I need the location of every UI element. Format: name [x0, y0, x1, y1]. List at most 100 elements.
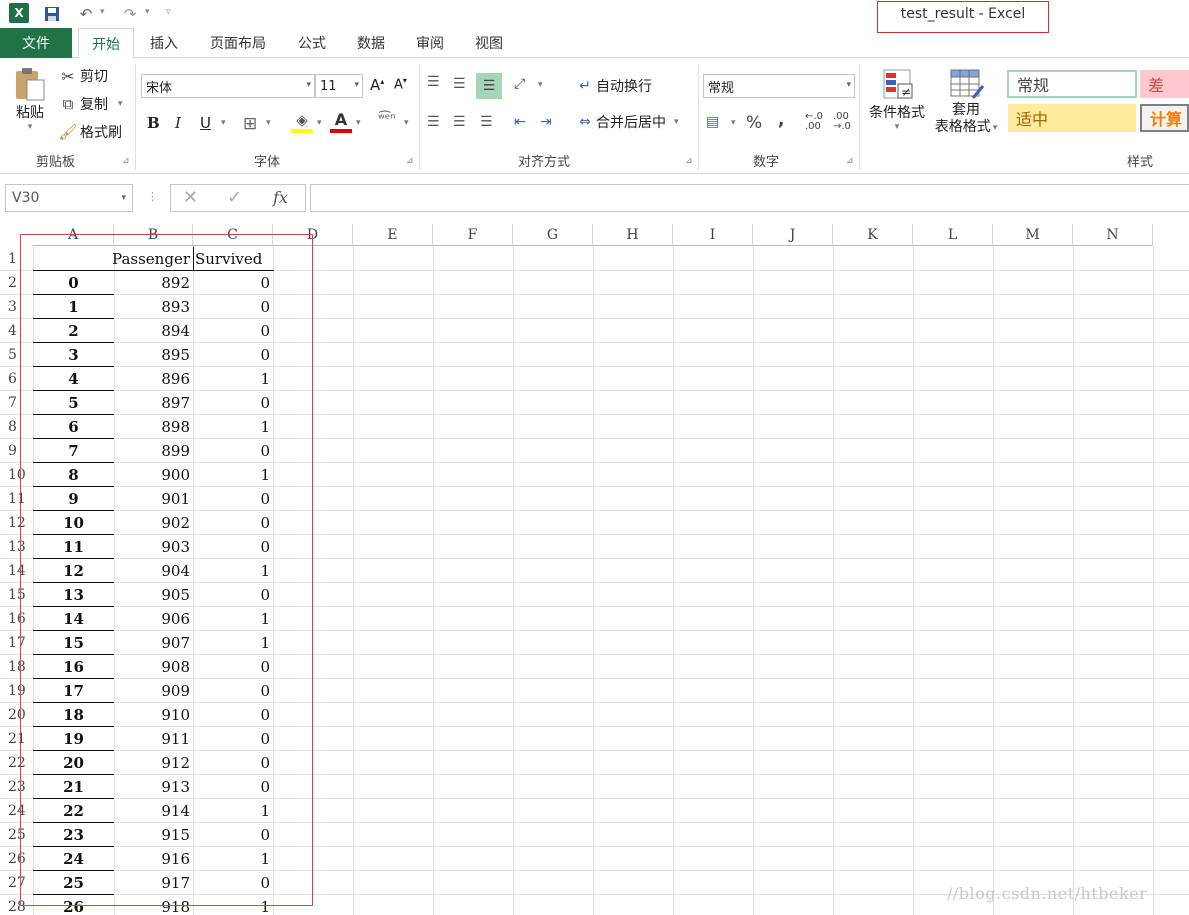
font-size-select[interactable]: 11 ▾ — [315, 74, 363, 98]
cell-a[interactable]: 25 — [33, 871, 114, 895]
accounting-format-button[interactable]: ▤ — [706, 114, 719, 130]
cell-c[interactable]: 1 — [193, 415, 273, 439]
save-icon[interactable] — [42, 4, 62, 24]
cell-b[interactable]: 913 — [114, 775, 193, 799]
column-header-f[interactable]: F — [433, 224, 513, 246]
cancel-icon[interactable]: ✕ — [183, 187, 198, 208]
row-header[interactable]: 28 — [0, 895, 33, 915]
accounting-dropdown-icon[interactable]: ▾ — [731, 118, 736, 128]
cell-b[interactable]: 900 — [114, 463, 193, 487]
row-header[interactable]: 13 — [0, 535, 33, 559]
tab-data[interactable]: 数据 — [347, 28, 395, 58]
cell-c[interactable]: 0 — [193, 295, 273, 319]
cell-style-calculation[interactable]: 计算 — [1140, 104, 1189, 132]
font-color-button[interactable]: A — [330, 110, 352, 133]
row-header[interactable]: 19 — [0, 679, 33, 703]
clipboard-launcher-icon[interactable]: ⊿ — [122, 156, 130, 166]
cut-button[interactable]: ✂ 剪切 — [58, 66, 108, 86]
cell-a[interactable]: 18 — [33, 703, 114, 727]
cell-c[interactable]: 0 — [193, 319, 273, 343]
cell-c[interactable]: 1 — [193, 463, 273, 487]
phonetic-dropdown-icon[interactable]: ▾ — [404, 118, 409, 128]
decrease-decimal-button[interactable]: .00 →.0 — [833, 112, 851, 132]
italic-button[interactable]: I — [175, 114, 181, 132]
cell-c[interactable]: 1 — [193, 559, 273, 583]
align-left-button[interactable]: ☰ — [427, 114, 440, 130]
cell-c[interactable]: 0 — [193, 727, 273, 751]
cell-c[interactable]: 1 — [193, 847, 273, 871]
cell-c[interactable]: 0 — [193, 679, 273, 703]
format-painter-button[interactable]: 🖌 格式刷 — [58, 122, 122, 142]
cell-b[interactable]: 915 — [114, 823, 193, 847]
cell-b1[interactable]: Passenger — [112, 247, 193, 271]
row-header[interactable]: 21 — [0, 727, 33, 751]
cell-a[interactable]: 3 — [33, 343, 114, 367]
copy-dropdown-icon[interactable]: ▾ — [118, 99, 123, 109]
conditional-dropdown-icon[interactable]: ▾ — [895, 122, 900, 132]
row-header[interactable]: 20 — [0, 703, 33, 727]
more-options-icon[interactable]: ⋮ — [147, 190, 158, 203]
decrease-font-button[interactable]: A▾ — [394, 76, 407, 92]
cell-b[interactable]: 906 — [114, 607, 193, 631]
align-right-button[interactable]: ☰ — [480, 114, 493, 130]
align-center-button[interactable]: ☰ — [453, 114, 466, 130]
number-launcher-icon[interactable]: ⊿ — [846, 156, 854, 166]
cell-style-normal[interactable]: 常规 — [1007, 70, 1137, 98]
fill-color-button[interactable]: ◈ — [291, 111, 313, 133]
cell-a[interactable]: 19 — [33, 727, 114, 751]
cell-a[interactable]: 23 — [33, 823, 114, 847]
row-header[interactable]: 14 — [0, 559, 33, 583]
cell-a[interactable]: 11 — [33, 535, 114, 559]
cell-c[interactable]: 0 — [193, 511, 273, 535]
column-header-e[interactable]: E — [353, 224, 433, 246]
insert-function-icon[interactable]: fx — [273, 188, 288, 207]
tab-page-layout[interactable]: 页面布局 — [200, 28, 276, 58]
cell-b[interactable]: 894 — [114, 319, 193, 343]
tab-file[interactable]: 文件 — [0, 28, 72, 58]
tab-home[interactable]: 开始 — [78, 28, 134, 59]
column-header-h[interactable]: H — [593, 224, 673, 246]
cell-a[interactable]: 8 — [33, 463, 114, 487]
cell-a[interactable]: 2 — [33, 319, 114, 343]
column-header-g[interactable]: G — [513, 224, 593, 246]
cell-c[interactable]: 1 — [193, 799, 273, 823]
row-header[interactable]: 22 — [0, 751, 33, 775]
cell-a[interactable]: 9 — [33, 487, 114, 511]
name-box[interactable]: V30 ▾ — [5, 184, 133, 212]
cell-a[interactable]: 14 — [33, 607, 114, 631]
cell-a[interactable]: 0 — [33, 271, 114, 295]
cell-b[interactable]: 917 — [114, 871, 193, 895]
increase-font-button[interactable]: A▴ — [370, 76, 384, 94]
cell-a[interactable]: 7 — [33, 439, 114, 463]
cell-b[interactable]: 899 — [114, 439, 193, 463]
underline-dropdown-icon[interactable]: ▾ — [221, 118, 226, 128]
number-format-select[interactable]: 常规 ▾ — [703, 74, 855, 98]
column-header-m[interactable]: M — [993, 224, 1073, 246]
cell-a[interactable]: 6 — [33, 415, 114, 439]
undo-icon[interactable]: ↶ — [76, 4, 96, 24]
row-header[interactable]: 5 — [0, 343, 33, 367]
cell-b[interactable]: 896 — [114, 367, 193, 391]
confirm-icon[interactable]: ✓ — [227, 187, 242, 208]
paste-button[interactable]: 粘贴 ▾ — [12, 66, 48, 132]
row-header[interactable]: 2 — [0, 271, 33, 295]
cell-c[interactable]: 0 — [193, 775, 273, 799]
cell-c[interactable]: 0 — [193, 583, 273, 607]
column-header-l[interactable]: L — [913, 224, 993, 246]
cell-b[interactable]: 895 — [114, 343, 193, 367]
alignment-launcher-icon[interactable]: ⊿ — [685, 156, 693, 166]
font-launcher-icon[interactable]: ⊿ — [406, 156, 414, 166]
formula-input[interactable] — [310, 184, 1189, 212]
cell-c[interactable]: 0 — [193, 703, 273, 727]
cell-a[interactable]: 16 — [33, 655, 114, 679]
cell-b[interactable]: 910 — [114, 703, 193, 727]
align-middle-button[interactable]: ☰ — [453, 76, 466, 92]
merge-dropdown-icon[interactable]: ▾ — [674, 117, 679, 127]
cell-b[interactable]: 901 — [114, 487, 193, 511]
row-header[interactable]: 8 — [0, 415, 33, 439]
cell-c[interactable]: 0 — [193, 871, 273, 895]
row-header[interactable]: 4 — [0, 319, 33, 343]
undo-dropdown-icon[interactable]: ▾ — [100, 7, 105, 17]
cell-a[interactable]: 10 — [33, 511, 114, 535]
paste-dropdown-icon[interactable]: ▾ — [28, 122, 33, 132]
